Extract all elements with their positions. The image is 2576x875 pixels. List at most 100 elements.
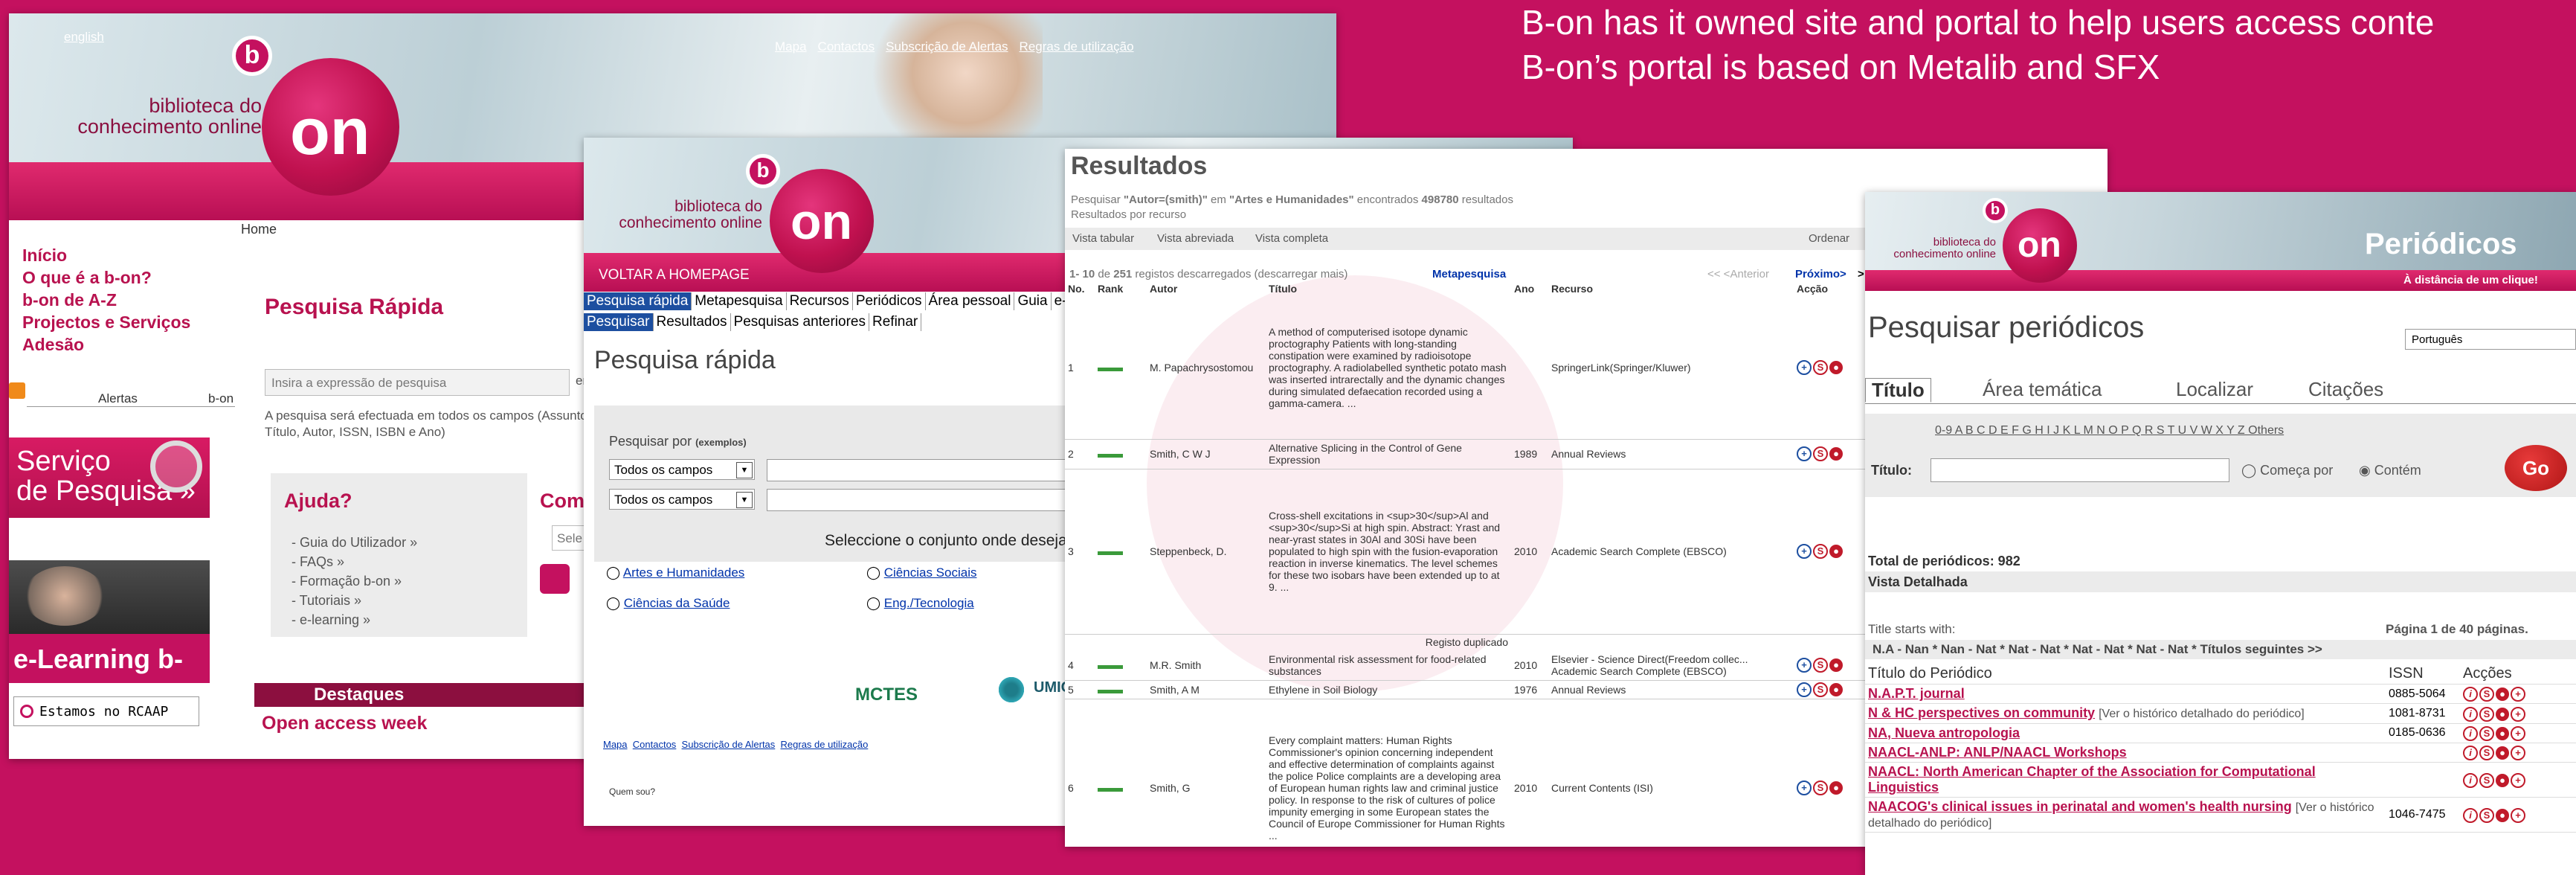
add-icon[interactable]: + bbox=[2511, 687, 2525, 702]
ajuda-tutoriais[interactable]: - Tutoriais » bbox=[292, 591, 417, 610]
sfx-icon[interactable]: S bbox=[1813, 682, 1828, 697]
field-select-1[interactable]: Todos os campos ▼ bbox=[609, 459, 755, 480]
row-autor[interactable]: Steppenbeck, D. bbox=[1147, 469, 1266, 635]
go-button[interactable]: Go bbox=[2505, 445, 2567, 491]
journal-title[interactable]: N & HC perspectives on community bbox=[1868, 705, 2095, 720]
servico-pesquisa-banner[interactable]: Serviço de Pesquisa » bbox=[9, 438, 210, 518]
nav-adesao[interactable]: Adesão bbox=[22, 333, 190, 356]
prev-link[interactable]: << <Anterior bbox=[1707, 268, 1769, 281]
tab-citacoes[interactable]: Citações bbox=[2308, 378, 2383, 401]
top-link-regras[interactable]: Regras de utilização bbox=[1020, 39, 1134, 54]
quick-search-input[interactable]: Insira a expressão de pesquisa bbox=[265, 369, 570, 396]
ordenar-label[interactable]: Ordenar bbox=[1809, 232, 1849, 245]
sfx-icon[interactable]: S bbox=[1813, 446, 1828, 461]
rss-bon-label[interactable]: b-on bbox=[208, 391, 234, 406]
rcaap-badge[interactable]: Estamos no RCAAP bbox=[13, 696, 199, 726]
subtab-refinar[interactable]: Refinar bbox=[869, 313, 922, 331]
add-icon[interactable]: + bbox=[2511, 725, 2525, 741]
record-icon[interactable]: ● bbox=[1829, 781, 1843, 795]
radio-artes[interactable]: ◯ Artes e Humanidades bbox=[606, 565, 744, 580]
footer-alertas[interactable]: Subscrição de Alertas bbox=[682, 739, 776, 750]
footer-regras[interactable]: Regras de utilização bbox=[781, 739, 869, 750]
titulo-input[interactable] bbox=[1931, 458, 2229, 482]
tab-area-tematica[interactable]: Área temática bbox=[1983, 378, 2102, 401]
row-titulo[interactable]: Every complaint matters: Human Rights Co… bbox=[1266, 699, 1511, 847]
add-icon[interactable]: + bbox=[1797, 781, 1812, 795]
journal-title[interactable]: NAACOG's clinical issues in perinatal an… bbox=[1868, 799, 2292, 814]
tab-pesquisa-rapida[interactable]: Pesquisa rápida bbox=[584, 292, 692, 310]
record-icon[interactable]: ● bbox=[2496, 773, 2509, 787]
tab-recursos[interactable]: Recursos bbox=[787, 292, 853, 310]
language-select[interactable]: Português bbox=[2405, 329, 2576, 350]
next-more[interactable]: > bbox=[1858, 268, 1864, 281]
record-icon[interactable]: ● bbox=[1829, 545, 1843, 558]
sfx-icon[interactable]: S bbox=[2479, 772, 2494, 788]
tab-localizar[interactable]: Localizar bbox=[2176, 378, 2253, 401]
record-icon[interactable]: ● bbox=[2496, 746, 2509, 760]
subtab-resultados[interactable]: Resultados bbox=[654, 313, 731, 331]
info-icon[interactable]: i bbox=[2463, 725, 2478, 741]
metapesquisa-link[interactable]: Metapesquisa bbox=[1432, 268, 1506, 281]
row-titulo[interactable]: A method of computerised isotope dynamic… bbox=[1266, 296, 1511, 440]
add-icon[interactable]: + bbox=[1797, 657, 1812, 673]
rss-icon[interactable] bbox=[9, 382, 25, 399]
english-link[interactable]: english bbox=[64, 30, 104, 45]
record-icon[interactable]: ● bbox=[1829, 682, 1843, 696]
info-icon[interactable]: i bbox=[2463, 746, 2478, 760]
info-icon[interactable]: i bbox=[2463, 772, 2478, 788]
sfx-icon[interactable]: S bbox=[2479, 706, 2494, 722]
sfx-icon[interactable]: S bbox=[1813, 544, 1828, 559]
journal-title[interactable]: NA, Nueva antropologia bbox=[1868, 725, 2020, 740]
quem-sou-link[interactable]: Quem sou? bbox=[609, 786, 655, 797]
nav-inicio[interactable]: Início bbox=[22, 244, 190, 266]
radio-saude[interactable]: ◯ Ciências da Saúde bbox=[606, 596, 730, 611]
exemplos-link[interactable]: (exemplos) bbox=[695, 437, 747, 448]
tab-guia[interactable]: Guia bbox=[1014, 292, 1052, 310]
row-autor[interactable]: M.R. Smith bbox=[1147, 650, 1266, 681]
add-icon[interactable]: + bbox=[2511, 772, 2525, 788]
add-icon[interactable]: + bbox=[2511, 746, 2525, 760]
row-titulo[interactable]: Cross-shell excitations in <sup>30</sup>… bbox=[1266, 469, 1511, 635]
add-icon[interactable]: + bbox=[2511, 807, 2525, 823]
journal-title[interactable]: NAACL: North American Chapter of the Ass… bbox=[1868, 764, 2316, 795]
rss-alerts-label[interactable]: Alertas bbox=[98, 391, 138, 406]
radio-sociais[interactable]: ◯ Ciências Sociais bbox=[866, 565, 976, 580]
record-icon[interactable]: ● bbox=[2496, 726, 2509, 740]
sfx-icon[interactable]: S bbox=[2479, 725, 2494, 741]
record-icon[interactable]: ● bbox=[1829, 658, 1843, 672]
vista-detalhada[interactable]: Vista Detalhada bbox=[1868, 574, 1968, 590]
nav-projectos[interactable]: Projectos e Serviços bbox=[22, 311, 190, 333]
col-no[interactable]: No. bbox=[1065, 281, 1095, 296]
add-icon[interactable]: + bbox=[1797, 544, 1812, 559]
tab-periodicos[interactable]: Periódicos bbox=[853, 292, 926, 310]
journal-title[interactable]: N.A.P.T. journal bbox=[1868, 686, 1965, 701]
record-icon[interactable]: ● bbox=[2496, 808, 2509, 822]
tab-area-pessoal[interactable]: Área pessoal bbox=[926, 292, 1015, 310]
subtab-anteriores[interactable]: Pesquisas anteriores bbox=[731, 313, 869, 331]
sfx-icon[interactable]: S bbox=[2479, 687, 2494, 702]
sfx-icon[interactable]: S bbox=[1813, 657, 1828, 673]
home-label[interactable]: Home bbox=[241, 222, 277, 237]
add-icon[interactable]: + bbox=[1797, 446, 1812, 461]
open-access-link[interactable]: Open access week bbox=[262, 713, 427, 734]
radio-eng[interactable]: ◯ Eng./Tecnologia bbox=[866, 596, 974, 611]
radio-comeca[interactable]: ◯ Começa por bbox=[2241, 463, 2333, 478]
footer-mapa[interactable]: Mapa bbox=[603, 739, 628, 750]
top-link-contactos[interactable]: Contactos bbox=[818, 39, 875, 54]
voltar-homepage-link[interactable]: VOLTAR A HOMEPAGE bbox=[599, 267, 750, 283]
row-autor[interactable]: Smith, C W J bbox=[1147, 439, 1266, 469]
ajuda-formacao[interactable]: - Formação b-on » bbox=[292, 571, 417, 591]
range-links[interactable]: N.A - Nan * Nan - Nat * Nat - Nat * Nat … bbox=[1873, 642, 2322, 657]
sfx-icon[interactable]: S bbox=[1813, 359, 1828, 375]
ajuda-guia[interactable]: - Guia do Utilizador » bbox=[292, 533, 417, 552]
sfx-icon[interactable]: S bbox=[1813, 781, 1828, 795]
top-link-mapa[interactable]: Mapa bbox=[775, 39, 807, 54]
top-link-alertas[interactable]: Subscrição de Alertas bbox=[886, 39, 1008, 54]
row-autor[interactable]: M. Papachrysostomou bbox=[1147, 296, 1266, 440]
sfx-icon[interactable]: S bbox=[2479, 746, 2494, 760]
ajuda-faqs[interactable]: - FAQs » bbox=[292, 552, 417, 571]
journal-note[interactable]: [Ver o histórico detalhado do periódico] bbox=[2099, 708, 2305, 720]
row-autor[interactable]: Smith, G bbox=[1147, 699, 1266, 847]
info-icon[interactable]: i bbox=[2463, 706, 2478, 722]
tab-metapesquisa[interactable]: Metapesquisa bbox=[692, 292, 787, 310]
